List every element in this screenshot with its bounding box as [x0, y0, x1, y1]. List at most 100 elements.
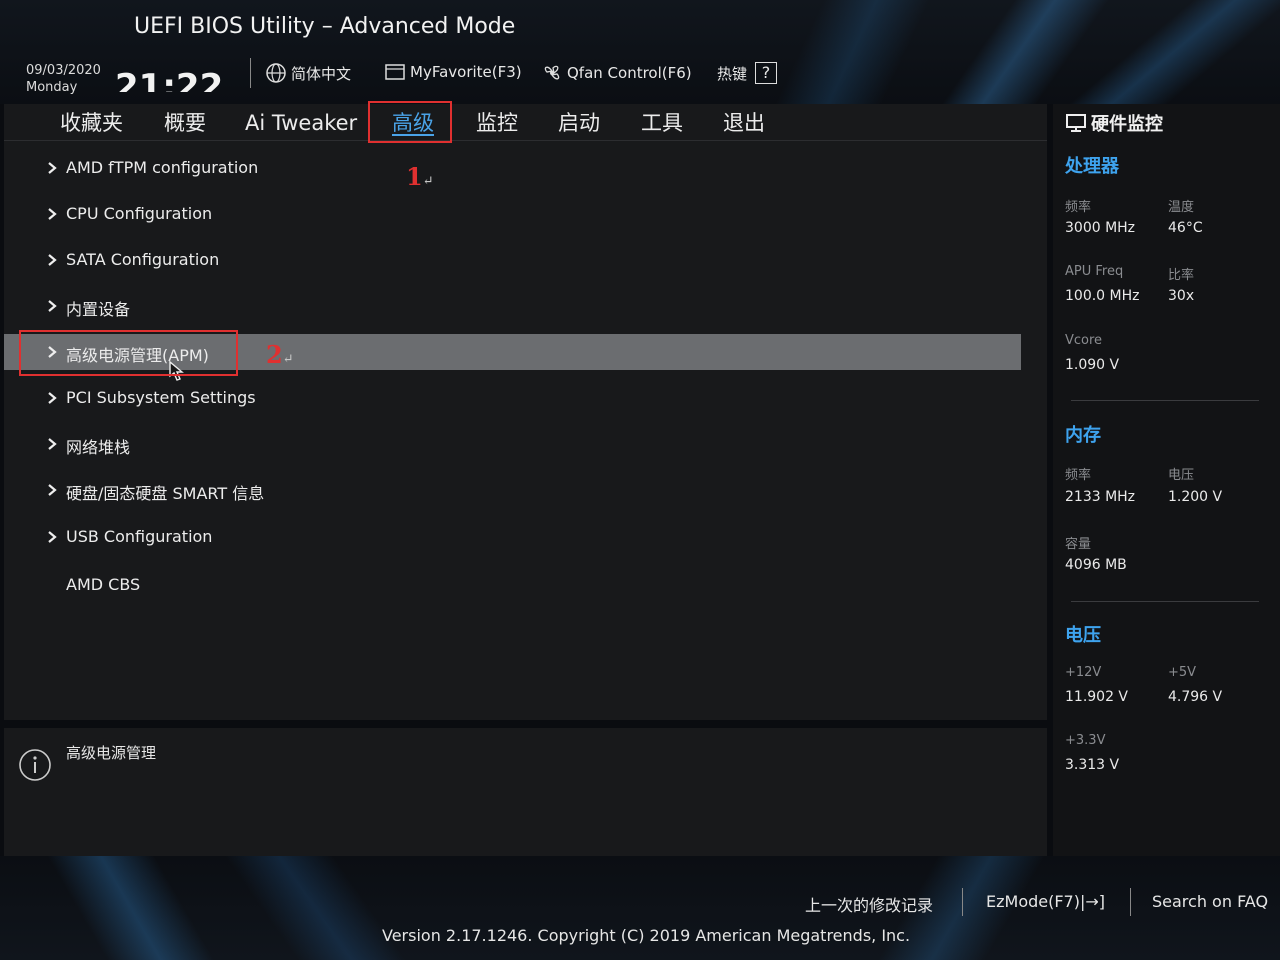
chevron-right-icon — [48, 208, 57, 220]
mem-volt-label: 电压 — [1168, 468, 1195, 483]
hotkey-button[interactable]: 热键 ? — [717, 62, 778, 84]
language-button[interactable]: 简体中文 — [265, 62, 351, 84]
vcore-label: Vcore — [1065, 333, 1103, 348]
tab-exit[interactable]: 退出 — [723, 106, 765, 140]
cpu-freq-label: 频率 — [1065, 200, 1092, 215]
hardware-monitor-panel: 硬件监控 处理器 频率 温度 3000 MHz 46°C APU Freq 比率… — [1053, 104, 1280, 856]
menu-item-label: 硬盘/固态硬盘 SMART 信息 — [66, 484, 265, 503]
footer-divider — [1130, 888, 1131, 916]
info-icon — [19, 749, 51, 781]
menu-item-pci-subsystem[interactable]: PCI Subsystem Settings — [4, 380, 1021, 416]
last-modified-button[interactable]: 上一次的修改记录 — [805, 892, 933, 916]
qfan-label: Qfan Control(F6) — [567, 64, 692, 82]
monitor-icon — [1066, 114, 1086, 132]
chevron-right-icon — [48, 531, 57, 543]
cpu-ratio-value: 30x — [1168, 288, 1195, 304]
v5-label: +5V — [1168, 665, 1197, 680]
cpu-section-title: 处理器 — [1065, 156, 1119, 177]
tab-bar: 收藏夹 概要 Ai Tweaker 高级 监控 启动 工具 退出 — [4, 101, 1047, 143]
cpu-freq-value: 3000 MHz — [1065, 220, 1136, 236]
menu-item-label: AMD fTPM configuration — [66, 158, 259, 177]
hotkey-label: 热键 — [717, 64, 748, 83]
chevron-right-icon — [48, 254, 57, 266]
v12-label: +12V — [1065, 665, 1102, 680]
search-faq-button[interactable]: Search on FAQ — [1152, 892, 1268, 911]
annotation-step-2: 2↵ — [266, 340, 294, 369]
ezmode-button[interactable]: EzMode(F7)|→] — [986, 892, 1105, 911]
annotation-number: 2 — [266, 340, 283, 369]
date-display: 09/03/2020 Monday — [26, 62, 101, 96]
hw-separator — [1071, 400, 1259, 401]
annotation-step-1: 1↵ — [406, 162, 434, 191]
globe-icon — [266, 63, 286, 83]
menu-item-label: CPU Configuration — [66, 204, 213, 223]
copyright-text: Version 2.17.1246. Copyright (C) 2019 Am… — [382, 926, 911, 945]
menu-item-cpu-config[interactable]: CPU Configuration — [4, 196, 1021, 232]
help-panel: 高级电源管理 — [4, 728, 1047, 856]
chevron-right-icon — [48, 392, 57, 404]
tab-main[interactable]: 概要 — [164, 106, 206, 140]
favorite-icon — [385, 64, 405, 80]
annotation-box-apm — [19, 330, 238, 376]
language-label: 简体中文 — [291, 64, 352, 83]
menu-item-amd-ftpm[interactable]: AMD fTPM configuration — [4, 150, 1021, 186]
return-mark: ↵ — [282, 352, 294, 367]
tab-favorites[interactable]: 收藏夹 — [60, 106, 123, 140]
tab-boot[interactable]: 启动 — [558, 106, 600, 140]
fan-icon — [544, 65, 560, 80]
mem-volt-value: 1.200 V — [1168, 489, 1223, 505]
annotation-box-tab — [368, 101, 452, 143]
memory-section-title: 内存 — [1065, 425, 1101, 446]
tab-ai-tweaker[interactable]: Ai Tweaker — [245, 106, 357, 140]
v33-value: 3.313 V — [1065, 757, 1120, 773]
chevron-right-icon — [48, 162, 57, 174]
return-mark: ↵ — [422, 174, 434, 189]
main-panel: 收藏夹 概要 Ai Tweaker 高级 监控 启动 工具 退出 AMD fTP… — [4, 101, 1047, 720]
menu-item-network-stack[interactable]: 网络堆栈 — [4, 426, 1021, 462]
chevron-right-icon — [48, 484, 57, 496]
hw-separator — [1071, 601, 1259, 602]
cpu-temp-value: 46°C — [1168, 220, 1203, 236]
menu-item-amd-cbs[interactable]: AMD CBS — [4, 567, 1021, 603]
footer-bar: 上一次的修改记录 EzMode(F7)|→] Search on FAQ Ver… — [0, 856, 1280, 960]
voltage-section-title: 电压 — [1065, 625, 1101, 646]
apu-freq-value: 100.0 MHz — [1065, 288, 1140, 304]
vcore-value: 1.090 V — [1065, 357, 1120, 373]
v33-label: +3.3V — [1065, 733, 1106, 748]
v5-value: 4.796 V — [1168, 689, 1223, 705]
app-title: UEFI BIOS Utility – Advanced Mode — [134, 14, 516, 39]
menu-item-label: AMD CBS — [66, 575, 141, 594]
weekday-text: Monday — [26, 80, 78, 95]
menu-item-sata-config[interactable]: SATA Configuration — [4, 242, 1021, 278]
v12-value: 11.902 V — [1065, 689, 1129, 705]
menu-item-label: PCI Subsystem Settings — [66, 388, 256, 407]
hw-monitor-title: 硬件监控 — [1065, 110, 1163, 136]
menu-item-usb-config[interactable]: USB Configuration — [4, 519, 1021, 555]
mem-capacity-value: 4096 MB — [1065, 557, 1127, 573]
chevron-right-icon — [48, 300, 57, 312]
cpu-temp-label: 温度 — [1168, 200, 1195, 215]
menu-item-smart-info[interactable]: 硬盘/固态硬盘 SMART 信息 — [4, 472, 1021, 508]
footer-divider — [962, 888, 963, 916]
hw-monitor-title-text: 硬件监控 — [1091, 114, 1163, 135]
clock: 21:22 — [115, 67, 224, 92]
mem-freq-value: 2133 MHz — [1065, 489, 1136, 505]
menu-item-label: USB Configuration — [66, 527, 213, 546]
hotkey-key: ? — [755, 62, 778, 84]
menu-item-label: 内置设备 — [66, 300, 131, 319]
help-text: 高级电源管理 — [66, 744, 157, 762]
cpu-ratio-label: 比率 — [1168, 268, 1195, 283]
apu-freq-label: APU Freq — [1065, 264, 1124, 279]
myfavorite-button[interactable]: MyFavorite(F3) — [384, 62, 522, 82]
mem-capacity-label: 容量 — [1065, 537, 1092, 552]
date-text: 09/03/2020 — [26, 63, 101, 78]
chevron-right-icon — [48, 438, 57, 450]
tab-monitor[interactable]: 监控 — [476, 106, 518, 140]
qfan-button[interactable]: Qfan Control(F6) — [541, 62, 692, 84]
mem-freq-label: 频率 — [1065, 468, 1092, 483]
menu-item-onboard-devices[interactable]: 内置设备 — [4, 288, 1021, 324]
annotation-number: 1 — [406, 162, 423, 191]
menu-item-label: SATA Configuration — [66, 250, 220, 269]
tab-tool[interactable]: 工具 — [641, 106, 683, 140]
header-divider — [250, 58, 251, 88]
